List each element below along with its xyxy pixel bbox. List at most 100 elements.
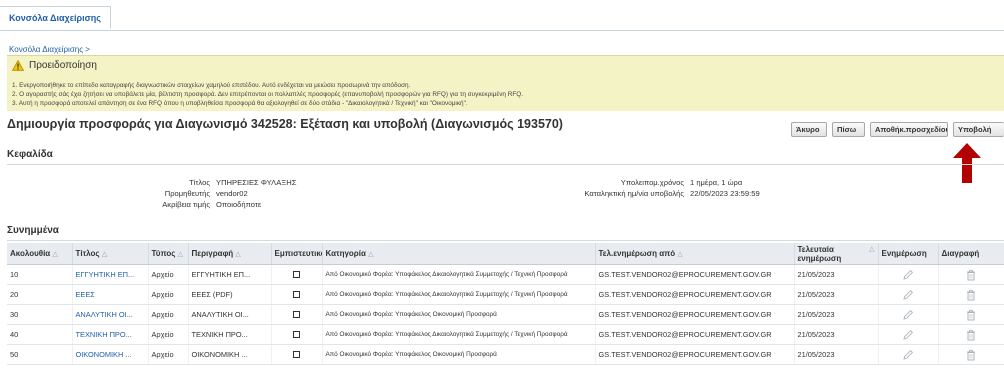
col-last-updated[interactable]: Τελευταία ενημέρωση △ [794, 243, 879, 265]
sort-icon: △ [52, 250, 58, 258]
sort-icon: △ [368, 250, 374, 258]
pencil-icon[interactable] [902, 269, 914, 281]
cell-category: Από Οικονομικό Φορέα: Υποφάκελος Δικαιολ… [322, 264, 596, 285]
cell-description: ΕΓΓΥΗΤΙΚΗ ΕΠ... [188, 264, 272, 285]
trash-icon[interactable] [965, 289, 977, 301]
supplier-value: vendor02 [216, 189, 248, 198]
save-draft-button[interactable]: Αποθήκ.προσχεδίου [870, 122, 948, 137]
tab-bar: Κονσόλα Διαχείρισης [0, 0, 1004, 31]
pencil-icon[interactable] [902, 329, 914, 341]
table-header-row: Ακολουθία △ Τίτλος △ Τύπος △ Περιγραφή △… [7, 243, 1004, 265]
trash-icon[interactable] [965, 329, 977, 341]
cell-confidential [271, 264, 323, 285]
cell-title-link[interactable]: ΟΙΚΟΝΟΜΙΚΗ ... [72, 344, 149, 365]
attachments-section-title: Συνημμένα [7, 225, 59, 236]
header-section-title: Κεφαλίδα [7, 149, 53, 160]
confidential-checkbox[interactable] [293, 311, 300, 318]
cell-seq: 20 [7, 284, 73, 305]
table-row: 30 ΑΝΑΛΥΤΙΚΗ ΟΙ... Αρχείο ΑΝΑΛΥΤΙΚΗ ΟΙ..… [7, 304, 1004, 325]
confidential-checkbox[interactable] [293, 351, 300, 358]
warning-header: Προειδοποίηση [12, 60, 97, 71]
cell-update [878, 324, 939, 345]
cell-confidential [271, 304, 323, 325]
cell-category: Από Οικονομικό Φορέα: Υποφάκελος Δικαιολ… [322, 324, 596, 345]
title-label: Τίτλος [189, 178, 210, 187]
submit-button[interactable]: Υποβολή [953, 122, 1004, 137]
col-category[interactable]: Κατηγορία △ [322, 243, 596, 265]
cell-update [878, 284, 939, 305]
cell-last-updated: 21/05/2023 [794, 304, 879, 325]
col-type[interactable]: Τύπος △ [148, 243, 189, 265]
deadline-label: Καταληκτική ημ/νία υποβολής [584, 189, 684, 198]
cell-description: ΤΕΧΝΙΚΗ ΠΡΟ... [188, 324, 272, 345]
breadcrumb[interactable]: Κονσόλα Διαχείρισης > [9, 45, 90, 54]
cell-title-link[interactable]: ΕΕΕΣ [72, 284, 149, 305]
cancel-button[interactable]: Άκυρο [791, 122, 827, 137]
cell-seq: 40 [7, 324, 73, 345]
cell-category: Από Οικονομικό Φορέα: Υποφάκελος Οικονομ… [322, 304, 596, 325]
tab-admin-console[interactable]: Κονσόλα Διαχείρισης [0, 6, 111, 29]
cell-title-link[interactable]: ΑΝΑΛΥΤΙΚΗ ΟΙ... [72, 304, 149, 325]
back-button[interactable]: Πίσω [832, 122, 865, 137]
sort-icon: △ [101, 250, 108, 258]
warning-line-2: 2. Ο αγοραστής σάς έχει ζητήσει να υποβά… [12, 91, 523, 98]
cell-update [878, 264, 939, 285]
cell-description: ΑΝΑΛΥΤΙΚΗ ΟΙ... [188, 304, 272, 325]
cell-description: ΕΕΕΣ (PDF) [188, 284, 272, 305]
pencil-icon[interactable] [902, 309, 914, 321]
precision-value: Οποιοδήποτε [216, 200, 262, 209]
warning-line-3: 3. Αυτή η προσφορά αποτελεί απάντηση σε … [12, 100, 468, 107]
trash-icon[interactable] [965, 269, 977, 281]
sort-icon: △ [677, 250, 683, 258]
warning-icon [12, 60, 24, 71]
col-update: Ενημέρωση [878, 243, 939, 265]
remaining-time-label: Υπολειπομ.χρόνος [620, 178, 684, 187]
table-row: 50 ΟΙΚΟΝΟΜΙΚΗ ... Αρχείο ΟΙΚΟΝΟΜΙΚΗ ... … [7, 344, 1004, 365]
cell-delete [938, 264, 1004, 285]
cell-type: Αρχείο [148, 284, 189, 305]
attachments-table: Ακολουθία △ Τίτλος △ Τύπος △ Περιγραφή △… [7, 243, 1004, 365]
table-row: 40 ΤΕΧΝΙΚΗ ΠΡΟ... Αρχείο ΤΕΧΝΙΚΗ ΠΡΟ... … [7, 324, 1004, 345]
confidential-checkbox[interactable] [293, 331, 300, 338]
cell-description: ΟΙΚΟΝΟΜΙΚΗ ... [188, 344, 272, 365]
cell-updated-by: GS.TEST.VENDOR02@EPROCUREMENT.GOV.GR [595, 304, 795, 325]
cell-title-link[interactable]: ΕΓΓΥΗΤΙΚΗ ΕΠ... [72, 264, 149, 285]
pencil-icon[interactable] [902, 349, 914, 361]
attachments-divider [7, 240, 1004, 241]
title-value: ΥΠΗΡΕΣΙΕΣ ΦΥΛΑΞΗΣ [216, 178, 297, 187]
cell-seq: 10 [7, 264, 73, 285]
cell-delete [938, 284, 1004, 305]
table-row: 10 ΕΓΓΥΗΤΙΚΗ ΕΠ... Αρχείο ΕΓΓΥΗΤΙΚΗ ΕΠ..… [7, 264, 1004, 285]
cell-title-link[interactable]: ΤΕΧΝΙΚΗ ΠΡΟ... [72, 324, 149, 345]
cell-seq: 50 [7, 344, 73, 365]
sort-icon: △ [177, 250, 184, 258]
trash-icon[interactable] [965, 309, 977, 321]
cell-delete [938, 324, 1004, 345]
confidential-checkbox[interactable] [293, 291, 300, 298]
cell-confidential [271, 324, 323, 345]
cell-updated-by: GS.TEST.VENDOR02@EPROCUREMENT.GOV.GR [595, 344, 795, 365]
cell-updated-by: GS.TEST.VENDOR02@EPROCUREMENT.GOV.GR [595, 324, 795, 345]
cell-last-updated: 21/05/2023 [794, 284, 879, 305]
cell-update [878, 304, 939, 325]
confidential-checkbox[interactable] [293, 271, 300, 278]
col-title[interactable]: Τίτλος △ [72, 243, 149, 265]
cell-last-updated: 21/05/2023 [794, 324, 879, 345]
pencil-icon[interactable] [902, 289, 914, 301]
col-seq[interactable]: Ακολουθία △ [7, 243, 73, 265]
page-title: Δημιουργία προσφοράς για Διαγωνισμό 3425… [7, 117, 563, 131]
cell-last-updated: 21/05/2023 [794, 344, 879, 365]
trash-icon[interactable] [965, 349, 977, 361]
col-updated-by[interactable]: Τελ.ενημέρωση από △ [595, 243, 795, 265]
header-divider [7, 164, 1004, 165]
sort-icon: △ [235, 250, 241, 258]
table-row: 20 ΕΕΕΣ Αρχείο ΕΕΕΣ (PDF) Από Οικονομικό… [7, 284, 1004, 305]
cell-delete [938, 304, 1004, 325]
cell-confidential [271, 344, 323, 365]
cell-update [878, 344, 939, 365]
sort-icon: △ [869, 245, 875, 253]
col-delete: Διαγραφή [938, 243, 1004, 265]
supplier-label: Προμηθευτής [164, 189, 210, 198]
col-description[interactable]: Περιγραφή △ [188, 243, 272, 265]
cell-type: Αρχείο [148, 324, 189, 345]
